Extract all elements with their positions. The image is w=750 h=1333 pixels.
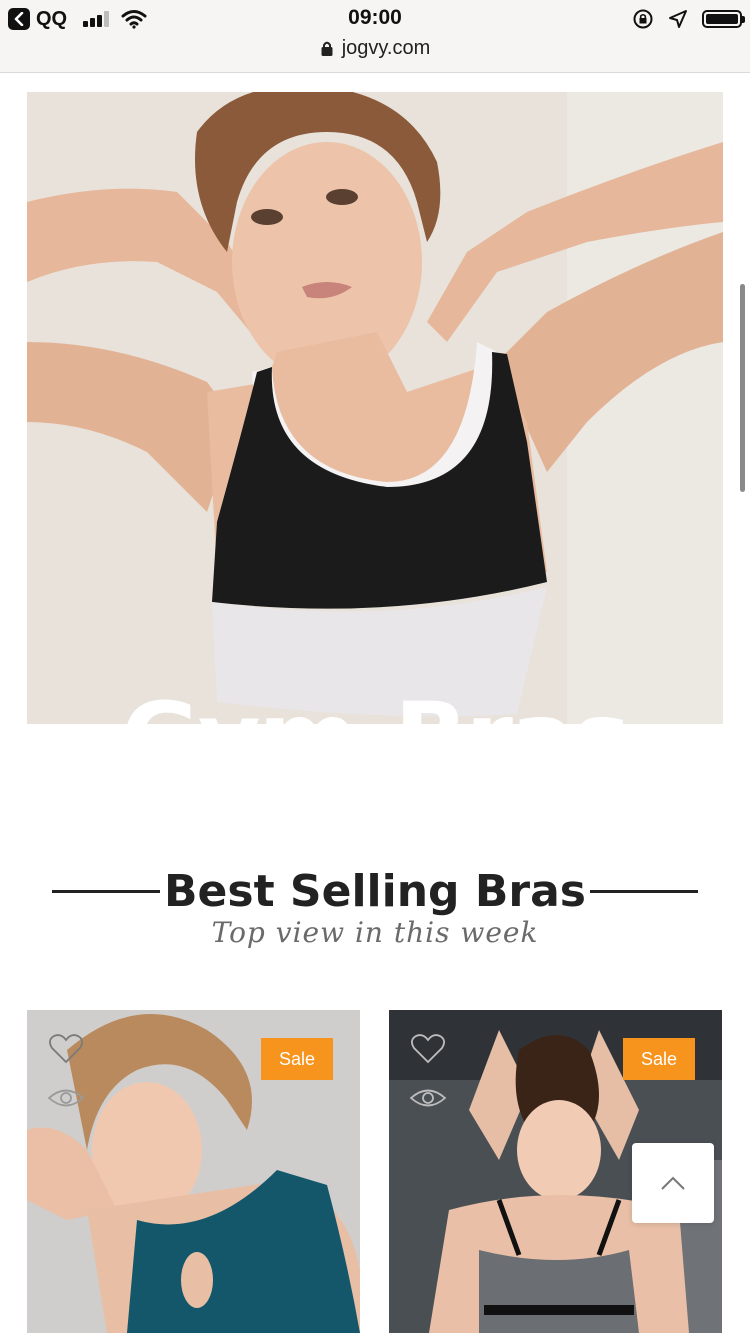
- product-card[interactable]: Sale: [27, 1010, 360, 1333]
- back-to-top-button[interactable]: [632, 1143, 714, 1223]
- browser-top-bar: QQ 09:00 jogvy.com: [0, 0, 750, 73]
- chevron-up-icon: [661, 1176, 685, 1190]
- url-text: jogvy.com: [341, 37, 431, 59]
- address-bar[interactable]: jogvy.com: [0, 37, 750, 60]
- hero-banner[interactable]: Gym-Bras: [27, 92, 723, 724]
- heart-icon[interactable]: [411, 1034, 445, 1064]
- status-right: [632, 6, 745, 32]
- section-subtitle: Top view in this week: [211, 916, 539, 949]
- rotation-lock-icon: [633, 9, 653, 29]
- sale-badge: Sale: [623, 1038, 695, 1080]
- section-title: Best Selling Bras: [164, 866, 586, 917]
- eye-icon[interactable]: [409, 1086, 447, 1110]
- hero-model-image: [27, 92, 723, 724]
- heart-icon[interactable]: [49, 1034, 83, 1064]
- location-arrow-icon: [669, 10, 687, 28]
- hero-title: Gym-Bras: [27, 690, 723, 724]
- eye-icon[interactable]: [47, 1086, 85, 1110]
- battery-icon: [702, 10, 745, 28]
- sale-badge: Sale: [261, 1038, 333, 1080]
- page-scrollbar[interactable]: [740, 284, 745, 492]
- lock-icon: [321, 41, 333, 56]
